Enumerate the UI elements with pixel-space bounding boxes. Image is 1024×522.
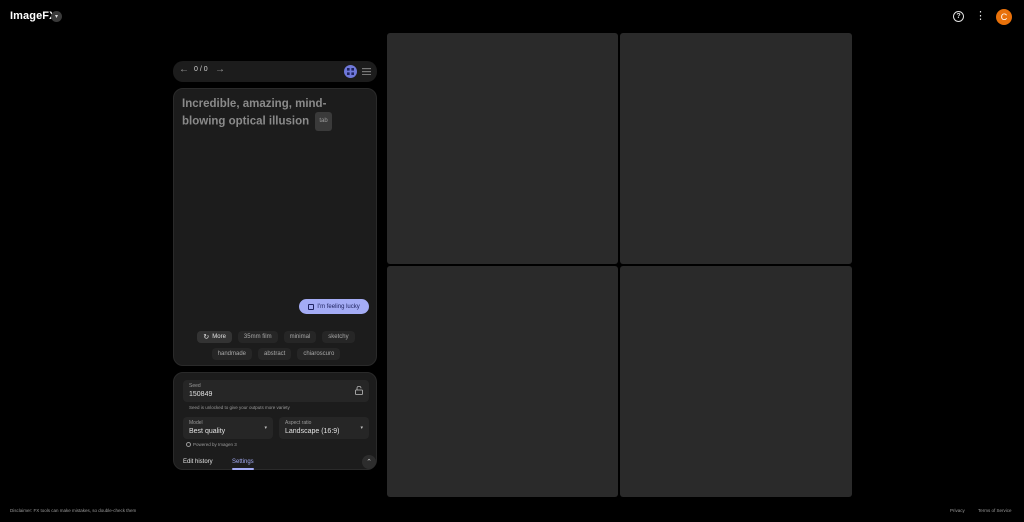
tab-hint-badge: tab (315, 112, 332, 131)
avatar[interactable]: C (996, 9, 1012, 25)
previous-arrow-icon[interactable]: ← (179, 64, 189, 75)
seed-field[interactable]: Seed 150849 (183, 380, 369, 402)
powered-by-text: Powered by Imagen 3 (193, 442, 237, 447)
settings-card: Seed 150849 Seed is unlocked to give you… (173, 372, 377, 470)
image-placeholder[interactable] (620, 266, 852, 497)
image-placeholder[interactable] (387, 33, 618, 264)
active-tab-indicator (232, 468, 254, 470)
disclaimer: Disclaimer: FX tools can make mistakes, … (10, 508, 137, 513)
style-chip[interactable]: 35mm film (237, 331, 278, 343)
tab-settings[interactable]: Settings (232, 459, 254, 465)
aspect-ratio-label: Aspect ratio (285, 420, 312, 426)
prompt-card: Incredible, amazing, mind-blowing optica… (173, 88, 377, 366)
tab-edit-history[interactable]: Edit history (183, 459, 213, 465)
refresh-icon: ↻ (203, 334, 210, 341)
style-chips-row-2: handmade abstract chiaroscuro (174, 348, 378, 360)
style-chip[interactable]: handmade (211, 348, 252, 360)
style-chip[interactable]: chiaroscuro (297, 348, 341, 360)
style-chip[interactable]: sketchy (322, 331, 355, 343)
list-view-icon[interactable] (361, 66, 372, 77)
seed-hint: Seed is unlocked to give your outputs mo… (189, 405, 290, 410)
terms-link[interactable]: Terms of Service (978, 508, 1012, 513)
privacy-link[interactable]: Privacy (950, 508, 965, 513)
app-title: ImageFX (10, 10, 57, 22)
unlock-icon[interactable] (355, 386, 363, 395)
aspect-ratio-select[interactable]: Aspect ratio Landscape (16:9) ▾ (279, 417, 369, 439)
model-value: Best quality (189, 428, 226, 435)
model-select[interactable]: Model Best quality ▾ (183, 417, 273, 439)
style-chip[interactable]: abstract (258, 348, 292, 360)
image-placeholder[interactable] (620, 33, 852, 264)
model-label: Model (189, 420, 203, 426)
style-chip[interactable]: minimal (283, 331, 317, 343)
info-icon (186, 442, 191, 447)
image-placeholder[interactable] (387, 266, 618, 497)
seed-label: Seed (189, 383, 201, 389)
more-options-icon[interactable]: ⋮ (975, 10, 986, 23)
chevron-down-icon: ▾ (360, 425, 363, 431)
result-count: 0 / 0 (194, 66, 208, 73)
dice-icon (308, 303, 315, 310)
grid-view-icon[interactable] (344, 65, 357, 78)
aspect-ratio-value: Landscape (16:9) (285, 428, 340, 435)
prompt-input[interactable]: Incredible, amazing, mind-blowing optica… (182, 97, 362, 131)
seed-value: 150849 (189, 391, 213, 398)
app-switcher-caret-icon[interactable]: ▾ (51, 11, 62, 22)
powered-by: Powered by Imagen 3 (186, 442, 237, 447)
result-navigator: ← 0 / 0 → (173, 61, 377, 82)
feeling-lucky-button[interactable]: I'm feeling lucky (299, 299, 369, 314)
next-arrow-icon[interactable]: → (215, 64, 225, 75)
feeling-lucky-label: I'm feeling lucky (317, 303, 360, 310)
collapse-button[interactable]: ⌃ (362, 455, 376, 469)
top-bar: ImageFX ▾ ? ⋮ C (0, 0, 1024, 34)
more-chips-button[interactable]: ↻ More (197, 331, 232, 343)
more-chips-label: More (212, 334, 226, 340)
style-chips-row-1: ↻ More 35mm film minimal sketchy (174, 331, 378, 343)
chevron-down-icon: ▾ (264, 425, 267, 431)
help-icon[interactable]: ? (953, 11, 964, 22)
prompt-text: Incredible, amazing, mind-blowing optica… (182, 98, 327, 128)
